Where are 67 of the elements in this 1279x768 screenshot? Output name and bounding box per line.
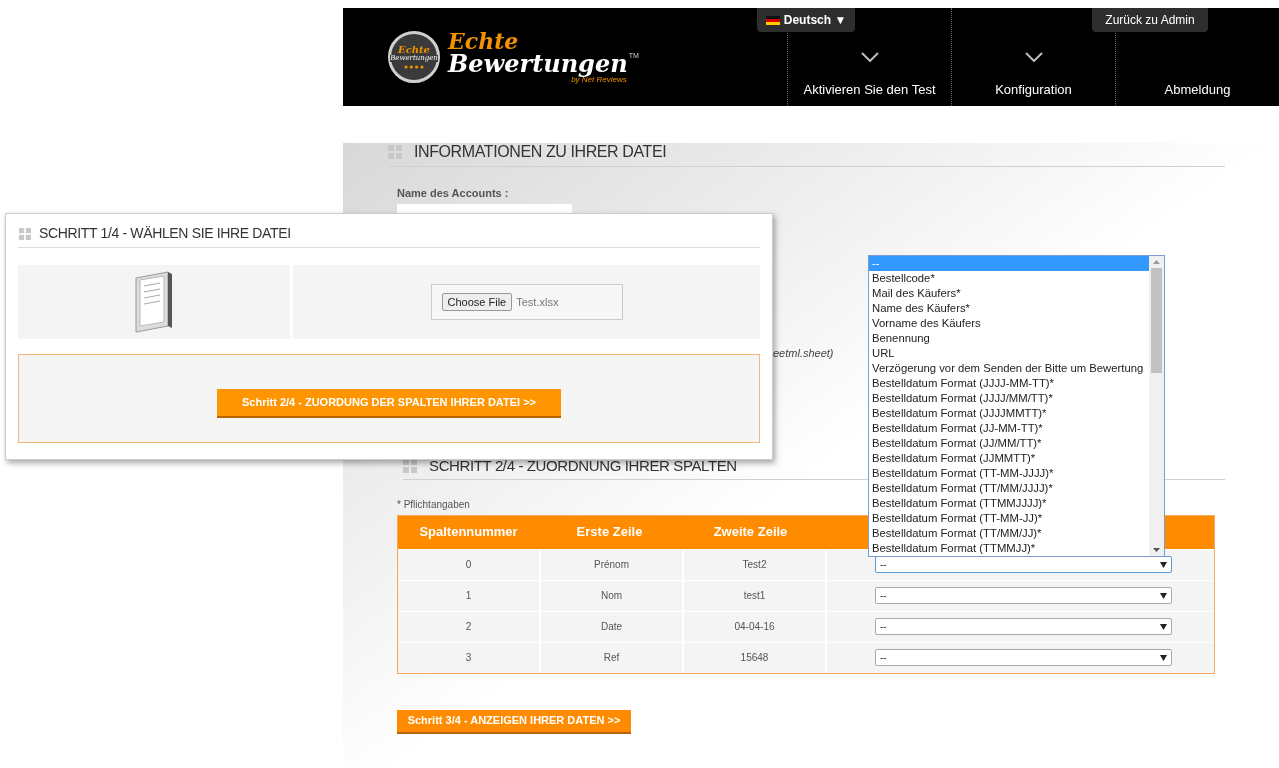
table-cell: Ref bbox=[541, 642, 682, 673]
dropdown-option[interactable]: Bestelldatum Format (TT-MM-JJ)* bbox=[869, 511, 1149, 526]
section-title: INFORMATIONEN ZU IHRER DATEI bbox=[414, 141, 667, 162]
table-cell: 3 bbox=[398, 642, 539, 673]
grid-icon bbox=[388, 144, 402, 159]
nav-link[interactable]: Konfiguration bbox=[995, 80, 1072, 100]
logo-byline: by Net Reviews bbox=[571, 76, 627, 84]
mapping-select[interactable]: -- bbox=[875, 618, 1172, 635]
dropdown-option[interactable]: URL bbox=[869, 346, 1149, 361]
dropdown-option[interactable]: Bestelldatum Format (TTMMJJJJ)* bbox=[869, 496, 1149, 511]
section-title: SCHRITT 1/4 - WÄHLEN SIE IHRE DATEI bbox=[39, 224, 291, 243]
back-to-admin-button[interactable]: Zurück zu Admin bbox=[1092, 8, 1208, 32]
column-header: Spaltennummer bbox=[418, 523, 519, 542]
dropdown-option[interactable]: Bestelldatum Format (JJJJ/MM/TT)* bbox=[869, 391, 1149, 406]
dropdown-list[interactable] bbox=[868, 255, 1165, 557]
section-title: SCHRITT 2/4 - ZUORDNUNG IHRER SPALTEN bbox=[429, 455, 737, 476]
file-input[interactable]: Choose File Test.xlsx bbox=[430, 284, 623, 320]
logo-word: Echte bbox=[448, 30, 520, 52]
dropdown-option[interactable]: Bestellcode* bbox=[869, 271, 1149, 286]
table-cell: 2 bbox=[398, 611, 539, 642]
table-cell: Date bbox=[541, 611, 682, 642]
dropdown-option[interactable]: Bestelldatum Format (TT/MM/JJ)* bbox=[869, 526, 1149, 541]
column-header: Erste Zeile bbox=[575, 523, 644, 542]
dropdown-option[interactable]: Bestelldatum Format (TT-MM-JJJJ)* bbox=[869, 466, 1149, 481]
table-cell: Nom bbox=[541, 580, 682, 611]
dropdown-option[interactable]: Mail des Käufers* bbox=[869, 286, 1149, 301]
dropdown-option[interactable]: Benennung bbox=[869, 331, 1149, 346]
dropdown-option[interactable]: Bestelldatum Format (TT/MM/JJJJ)* bbox=[869, 481, 1149, 496]
caret-icon bbox=[1160, 623, 1167, 630]
field-label: Name des Accounts : bbox=[397, 186, 510, 201]
logo-word: Bewertungen bbox=[448, 52, 628, 76]
file-type-text: eetml.sheet) bbox=[773, 346, 834, 362]
required-note: * Pflichtangaben bbox=[397, 497, 470, 512]
chevron-down-icon bbox=[1024, 52, 1043, 62]
dropdown-option[interactable]: Verzögerung vor dem Senden der Bitte um Bewertung bbox=[869, 361, 1149, 376]
dropdown-option[interactable]: Bestelldatum Format (JJMMTT)* bbox=[869, 451, 1149, 466]
table-cell: 0 bbox=[398, 549, 539, 580]
table-cell: Prénom bbox=[541, 549, 682, 580]
table-cell: test1 bbox=[684, 580, 825, 611]
scrollbar[interactable] bbox=[1149, 256, 1164, 556]
table-cell: 04-04-16 bbox=[684, 611, 825, 642]
badge-text: Echte bbox=[398, 45, 430, 55]
mapping-select[interactable]: -- bbox=[875, 649, 1172, 666]
nav-link[interactable]: Aktivieren Sie den Test bbox=[803, 80, 936, 100]
dropdown-option[interactable]: Bestelldatum Format (JJJJ-MM-TT)* bbox=[869, 376, 1149, 391]
table-cell: 15648 bbox=[684, 642, 825, 673]
grid-icon bbox=[19, 227, 31, 240]
caret-icon bbox=[1160, 654, 1167, 661]
dropdown-option[interactable]: Bestelldatum Format (JJ/MM/TT)* bbox=[869, 436, 1149, 451]
dropdown-option[interactable]: Bestelldatum Format (TTMMJJ)* bbox=[869, 541, 1149, 556]
scrollbar-thumb[interactable] bbox=[1151, 268, 1162, 373]
choose-file-button[interactable]: Choose File bbox=[441, 292, 513, 312]
file-name: Test.xlsx bbox=[516, 294, 559, 310]
caret-icon bbox=[1160, 561, 1167, 568]
chevron-down-icon bbox=[860, 52, 879, 62]
caret-icon bbox=[1160, 592, 1167, 599]
language-tab[interactable]: Deutsch ▼ bbox=[757, 8, 855, 32]
dropdown-option[interactable]: Bestelldatum Format (JJ-MM-TT)* bbox=[869, 421, 1149, 436]
column-header: Zweite Zeile bbox=[712, 523, 789, 542]
dropdown-option[interactable]: Bestelldatum Format (JJJJMMTT)* bbox=[869, 406, 1149, 421]
table-cell: Test2 bbox=[684, 549, 825, 580]
nav-link[interactable]: Abmeldung bbox=[1164, 80, 1231, 100]
mapping-select[interactable]: -- bbox=[875, 587, 1172, 604]
dropdown-option[interactable]: Vorname des Käufers bbox=[869, 316, 1149, 331]
flag-icon bbox=[765, 15, 780, 25]
dropdown-option[interactable]: Name des Käufers* bbox=[869, 301, 1149, 316]
table-cell: 1 bbox=[398, 580, 539, 611]
